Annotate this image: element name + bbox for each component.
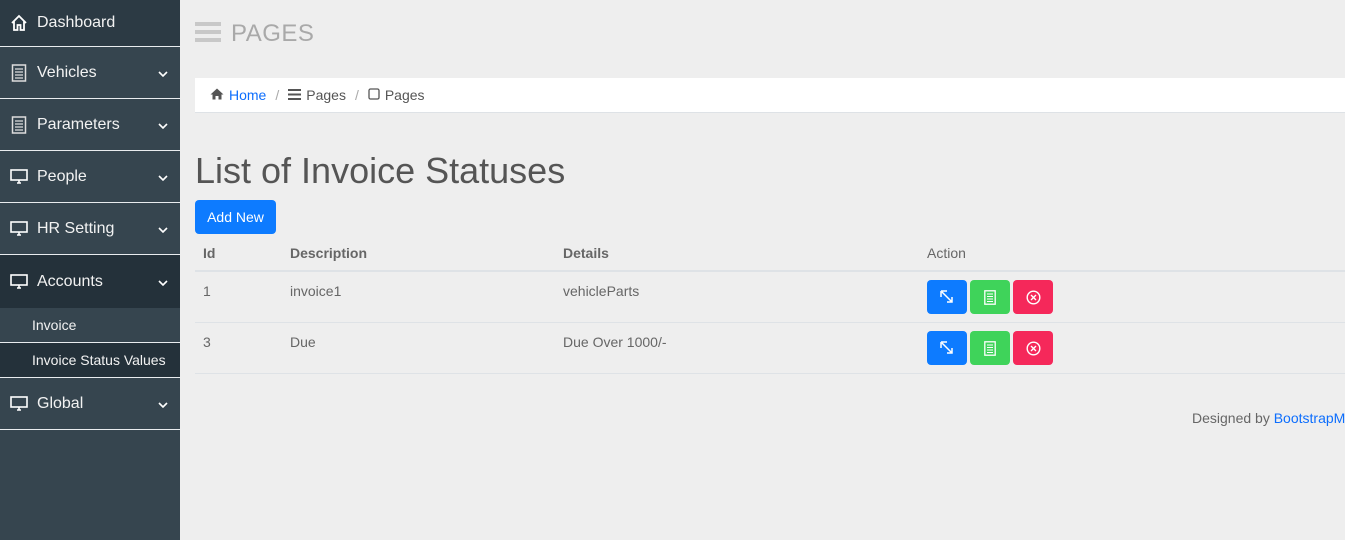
page-title: PAGES (231, 20, 315, 47)
delete-button[interactable] (1013, 331, 1053, 365)
chevron-down-icon (158, 273, 168, 291)
table-row: 1 invoice1 vehicleParts (195, 272, 1345, 323)
cell-id: 1 (203, 283, 211, 299)
list-heading: List of Invoice Statuses (195, 150, 566, 191)
breadcrumb-separator: / (275, 87, 280, 103)
sidebar-item-accounts[interactable]: Accounts (0, 255, 180, 308)
sidebar-item-label: Global (37, 394, 84, 412)
cell-description: invoice1 (290, 283, 342, 299)
breadcrumb-label: Pages (384, 87, 425, 103)
edit-button[interactable] (927, 280, 967, 314)
sidebar-item-global[interactable]: Global (0, 378, 180, 430)
edit-icon (940, 290, 953, 303)
document-icon (10, 115, 28, 134)
invoice-status-table: Id Description Details Action 1 invoice1… (195, 235, 1345, 374)
cell-details: Due Over 1000/- (563, 334, 667, 350)
document-icon (10, 63, 28, 82)
breadcrumb: Home / Pages / Pages (195, 78, 1345, 113)
sidebar-subitem-invoice[interactable]: Invoice (0, 308, 180, 343)
breadcrumb-current: Pages (368, 87, 425, 103)
column-header-action: Action (927, 244, 966, 261)
monitor-icon (10, 273, 28, 291)
sidebar-item-label: Vehicles (37, 63, 97, 81)
sidebar-item-label: Parameters (37, 115, 120, 133)
add-new-button[interactable]: Add New (195, 200, 276, 234)
cell-details: vehicleParts (563, 283, 640, 299)
sidebar-item-parameters[interactable]: Parameters (0, 99, 180, 151)
sidebar-item-dashboard[interactable]: Dashboard (0, 0, 180, 47)
monitor-icon (10, 395, 28, 413)
footer-link[interactable]: BootstrapMade (1274, 410, 1345, 426)
square-icon (368, 87, 380, 103)
sidebar-item-label: Dashboard (37, 14, 116, 31)
view-button[interactable] (970, 331, 1010, 365)
table-row: 3 Due Due Over 1000/- (195, 323, 1345, 374)
table-header: Id Description Details Action (195, 235, 1345, 272)
cell-description: Due (290, 334, 316, 350)
accounts-submenu: Invoice Invoice Status Values (0, 308, 180, 378)
sidebar-item-people[interactable]: People (0, 151, 180, 203)
edit-button[interactable] (927, 331, 967, 365)
column-header-id: Id (203, 244, 216, 261)
breadcrumb-label: Pages (306, 87, 346, 103)
sidebar: Dashboard Vehicles Parameters People HR … (0, 0, 180, 540)
column-header-details: Details (563, 244, 609, 261)
hamburger-icon[interactable] (195, 21, 221, 48)
chevron-down-icon (158, 64, 168, 82)
breadcrumb-separator: / (354, 87, 359, 103)
chevron-down-icon (158, 220, 168, 238)
chevron-down-icon (158, 116, 168, 134)
column-header-description: Description (290, 244, 368, 261)
document-icon (984, 289, 996, 305)
sidebar-item-label: Accounts (37, 272, 103, 290)
close-circle-icon (1025, 289, 1041, 305)
chevron-down-icon (158, 395, 168, 413)
monitor-icon (10, 168, 28, 186)
sidebar-item-vehicles[interactable]: Vehicles (0, 47, 180, 99)
breadcrumb-home[interactable]: Home (210, 87, 266, 103)
sidebar-subitem-invoice-status-values[interactable]: Invoice Status Values (0, 343, 180, 378)
home-icon (10, 14, 28, 32)
chevron-down-icon (158, 168, 168, 186)
row-actions (927, 323, 1345, 373)
sidebar-item-label: HR Setting (37, 219, 115, 237)
breadcrumb-pages[interactable]: Pages (288, 87, 346, 103)
page-header: PAGES (195, 20, 314, 48)
list-icon (288, 87, 302, 103)
document-icon (984, 340, 996, 356)
edit-icon (940, 341, 953, 354)
sidebar-item-hr-setting[interactable]: HR Setting (0, 203, 180, 255)
cell-id: 3 (203, 334, 211, 350)
footer-credit: Designed by BootstrapMade (1192, 410, 1345, 426)
row-actions (927, 272, 1345, 322)
breadcrumb-label: Home (229, 87, 267, 103)
monitor-icon (10, 220, 28, 238)
view-button[interactable] (970, 280, 1010, 314)
delete-button[interactable] (1013, 280, 1053, 314)
footer-text: Designed by (1192, 410, 1270, 426)
home-icon (210, 87, 224, 103)
close-circle-icon (1025, 340, 1041, 356)
sidebar-item-label: People (37, 167, 87, 185)
